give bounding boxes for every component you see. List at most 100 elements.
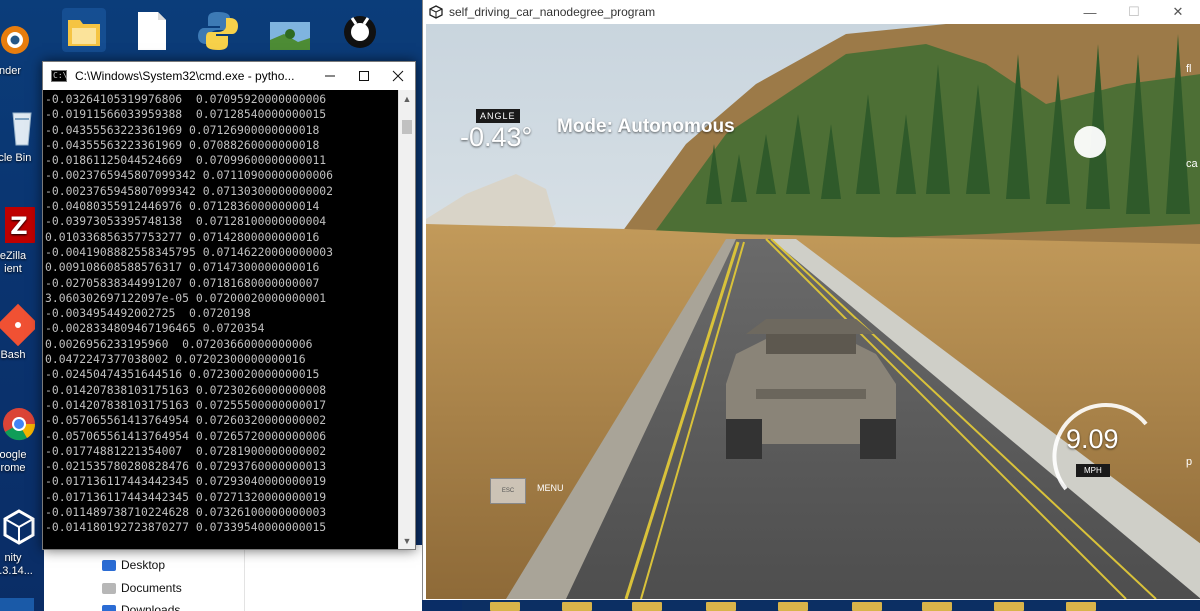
scrollbar-thumb[interactable] xyxy=(402,120,412,134)
console-line: -0.01861125044524669 0.07099600000000011 xyxy=(45,153,327,168)
console-line: -0.03973053395748138 0.07128100000000004 xyxy=(45,214,327,229)
simulator-window: self_driving_car_nanodegree_program — ☐ … xyxy=(422,0,1200,600)
console-line: -0.014207838103175163 0.0723026000000000… xyxy=(45,382,327,397)
taskbar-folder-icon[interactable] xyxy=(490,602,520,611)
close-button[interactable]: ✕ xyxy=(1156,4,1200,20)
file-icon[interactable] xyxy=(128,8,172,52)
taskbar-folder-icon[interactable] xyxy=(778,602,808,611)
menu-button[interactable]: MENU xyxy=(537,483,564,493)
desktop-icon-filezilla[interactable]: Z eZilla ient xyxy=(0,203,48,276)
console-line: -0.04355563223361969 0.07126900000000018 xyxy=(45,122,320,137)
folder-icon xyxy=(102,582,116,594)
blender-icon xyxy=(1,26,29,54)
minimize-icon: — xyxy=(1083,4,1097,20)
esc-key-button[interactable]: ESC xyxy=(490,478,526,504)
console-line: -0.0023765945807099342 0.071303000000000… xyxy=(45,183,334,198)
start-area[interactable] xyxy=(0,598,34,611)
python-icon[interactable] xyxy=(196,8,240,52)
console-line: -0.014207838103175163 0.0725550000000001… xyxy=(45,397,327,412)
console-line: -0.01911566033959388 0.07128540000000015 xyxy=(45,107,327,122)
explorer-tree-desktop[interactable]: Desktop xyxy=(102,558,165,572)
folder-icon[interactable] xyxy=(62,8,106,52)
svg-text:Z: Z xyxy=(10,212,27,240)
taskbar-folder-icon[interactable] xyxy=(922,602,952,611)
console-line: 0.009108608588576317 0.07147300000000016 xyxy=(45,260,320,275)
minimize-button[interactable] xyxy=(313,62,347,90)
speed-unit: MPH xyxy=(1076,464,1110,477)
console-line: 0.0472247377038002 0.07202300000000016 xyxy=(45,352,306,367)
console-line: 3.060302697122097e-05 0.0720002000000000… xyxy=(45,290,327,305)
game-viewport[interactable]: ANGLE -0.43° Mode: Autonomous 9.09 MPH E… xyxy=(426,24,1200,599)
filezilla-icon: Z xyxy=(5,207,35,243)
cmd-app-icon: C:\ xyxy=(51,70,68,82)
taskbar xyxy=(462,600,1200,611)
github-icon[interactable] xyxy=(338,8,382,52)
desktop-right-label: ca xyxy=(1186,158,1198,170)
taskbar-folder-icon[interactable] xyxy=(706,602,736,611)
console-line: -0.0023765945807099342 0.071109000000000… xyxy=(45,168,334,183)
desktop-icon-unity[interactable]: nity 5.3.14... xyxy=(0,505,48,578)
desktop-icon-git-bash[interactable]: Bash xyxy=(0,302,48,362)
taskbar-folder-icon[interactable] xyxy=(562,602,592,611)
desktop-icon-blender[interactable]: ender xyxy=(0,18,42,78)
console-line: -0.021535780280828476 0.0729376000000001… xyxy=(45,459,327,474)
taskbar-folder-icon[interactable] xyxy=(1066,602,1096,611)
console-line: -0.03264105319976806 0.07095920000000006 xyxy=(45,92,327,106)
maximize-button[interactable]: ☐ xyxy=(1112,4,1156,20)
console-line: -0.04355563223361969 0.07088260000000018 xyxy=(45,137,320,152)
desktop-icon-label: Bash xyxy=(0,349,26,361)
console-line: -0.057065561413764954 0.0726032000000000… xyxy=(45,413,327,428)
console-line: -0.02450474351644516 0.07230020000000015 xyxy=(45,367,320,382)
console-line: -0.017136117443442345 0.0727132000000001… xyxy=(45,489,327,504)
taskbar-folder-icon[interactable] xyxy=(632,602,662,611)
image-icon[interactable] xyxy=(268,8,312,52)
angle-label: ANGLE xyxy=(476,109,520,123)
unity-icon xyxy=(3,509,35,545)
desktop-icon-recycle-bin[interactable]: rcle Bin xyxy=(0,105,48,165)
console-line: 0.010336856357753277 0.07142800000000016 xyxy=(45,229,320,244)
taskbar-folder-icon[interactable] xyxy=(994,602,1024,611)
close-icon: ✕ xyxy=(1172,4,1184,19)
console-line: -0.02705838344991207 0.07181680000000007 xyxy=(45,275,320,290)
maximize-icon xyxy=(359,71,369,81)
maximize-button[interactable] xyxy=(347,62,381,90)
cmd-titlebar[interactable]: C:\ C:\Windows\System32\cmd.exe - pytho.… xyxy=(43,62,415,90)
git-bash-icon xyxy=(0,303,35,346)
desktop-right-label: p xyxy=(1186,456,1193,468)
simulator-window-title: self_driving_car_nanodegree_program xyxy=(449,5,656,19)
console-line: -0.04080355912446976 0.07128360000000014 xyxy=(45,199,320,214)
driving-scene xyxy=(426,24,1200,599)
desktop-icon-chrome[interactable]: oogle rome xyxy=(0,402,48,475)
speed-value: 9.09 xyxy=(1066,424,1119,454)
unity-icon xyxy=(429,5,443,19)
taskbar-folder-icon[interactable] xyxy=(852,602,882,611)
minimize-button[interactable]: — xyxy=(1068,5,1112,20)
desktop-icon-label: nity 5.3.14... xyxy=(0,552,33,577)
console-line: -0.057065561413764954 0.0726572000000000… xyxy=(45,428,327,443)
close-button[interactable] xyxy=(381,62,415,90)
console-line: -0.017136117443442345 0.0729304000000001… xyxy=(45,474,327,489)
sun xyxy=(1074,126,1106,158)
console-line: -0.0034954492002725 0.0720198 xyxy=(45,306,251,321)
console-output[interactable]: -0.03264105319976806 0.07095920000000006… xyxy=(43,90,398,549)
explorer-tree-downloads[interactable]: Downloads xyxy=(102,603,180,611)
pane-divider xyxy=(244,545,245,611)
simulator-titlebar[interactable]: self_driving_car_nanodegree_program — ☐ … xyxy=(423,0,1200,24)
drive-mode-label: Mode: Autonomous xyxy=(557,116,735,137)
chrome-icon xyxy=(3,408,35,441)
minimize-icon xyxy=(325,75,335,77)
console-line: 0.0026956233195960 0.07203660000000006 xyxy=(45,336,313,351)
explorer-tree-documents[interactable]: Documents xyxy=(102,581,182,595)
desktop-icon-label: ender xyxy=(0,65,22,77)
console-line: -0.0028334809467196465 0.0720354 xyxy=(45,321,265,336)
scroll-up-icon[interactable]: ▲ xyxy=(399,90,415,107)
console-line: -0.01774881221354007 0.07281900000000002 xyxy=(45,443,327,458)
close-icon xyxy=(392,70,404,82)
vertical-scrollbar[interactable]: ▲ ▼ xyxy=(398,90,415,549)
desktop-icon-label: rcle Bin xyxy=(0,152,32,164)
explorer-tree-label: Documents xyxy=(121,581,182,595)
maximize-icon: ☐ xyxy=(1128,4,1140,19)
desktop-icon-label: eZilla ient xyxy=(0,250,27,275)
scroll-down-icon[interactable]: ▼ xyxy=(399,532,415,549)
recycle-bin-icon xyxy=(12,112,32,146)
